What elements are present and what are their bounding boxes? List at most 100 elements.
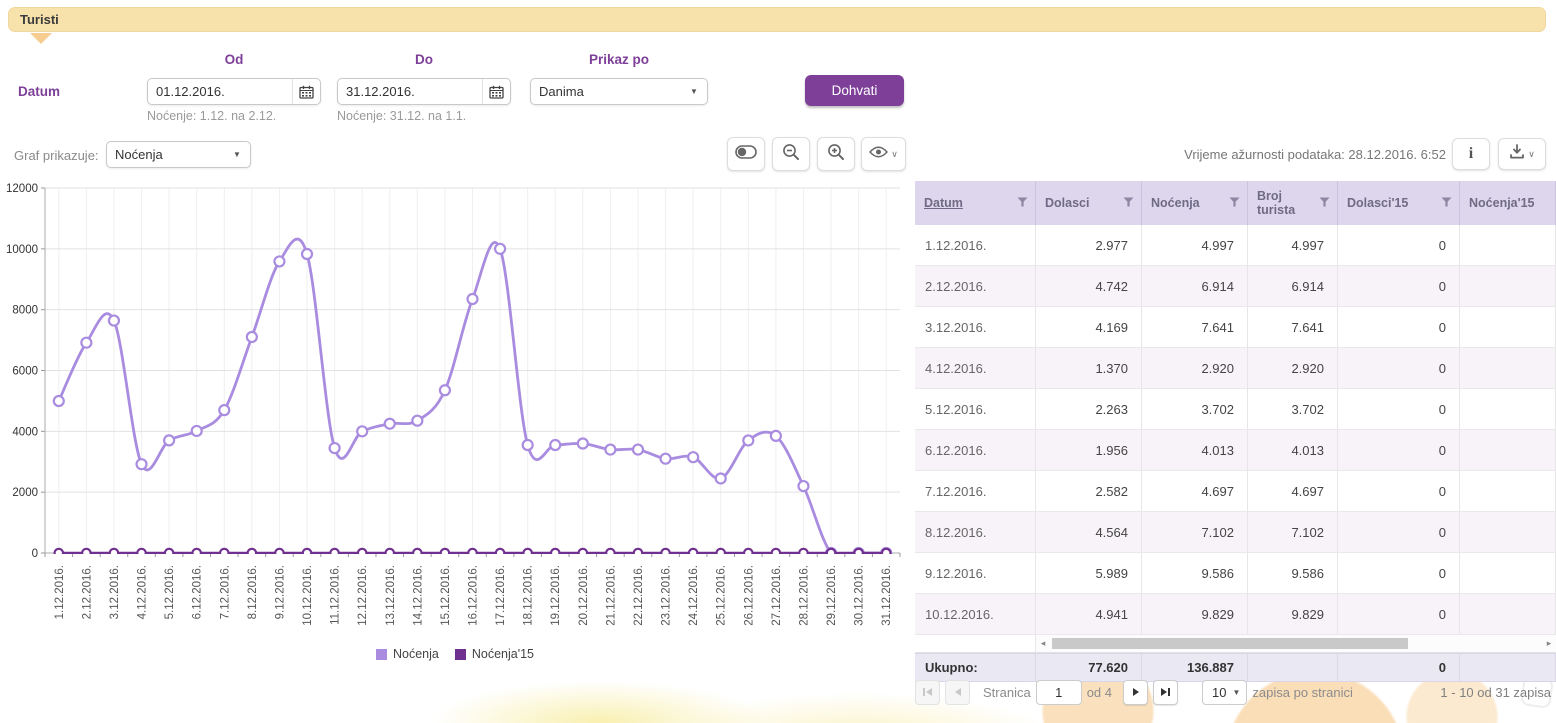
filter-icon[interactable] [1319, 196, 1330, 210]
tab-turisti[interactable]: Turisti [8, 7, 1546, 32]
svg-text:13.12.2016.: 13.12.2016. [385, 565, 397, 626]
cell-value [1460, 471, 1556, 511]
cell-value: 7.102 [1248, 512, 1338, 552]
svg-text:12000: 12000 [6, 183, 38, 195]
info-button[interactable]: i [1452, 138, 1490, 170]
svg-text:30.12.2016.: 30.12.2016. [854, 565, 866, 626]
cell-value: 7.641 [1248, 307, 1338, 347]
column-header-3[interactable]: Noćenja [1142, 181, 1248, 225]
filter-icon[interactable] [1441, 196, 1452, 210]
line-chart[interactable]: 0200040006000800010000120001.12.2016.2.1… [0, 182, 910, 652]
zoom-in-button[interactable] [817, 137, 855, 171]
table-row[interactable]: 4.12.2016.1.3702.9202.9200 [915, 348, 1556, 389]
download-menu-button[interactable]: ∨ [1498, 138, 1546, 170]
legend-swatch [376, 649, 387, 660]
svg-text:28.12.2016.: 28.12.2016. [798, 565, 810, 626]
prikaz-po-select[interactable]: Danima ▼ [530, 78, 708, 105]
cell-value: 4.697 [1248, 471, 1338, 511]
column-header-2[interactable]: Dolasci [1036, 181, 1142, 225]
cell-value: 4.013 [1248, 430, 1338, 470]
cell-value: 4.941 [1036, 594, 1142, 634]
turisti-dashboard: Turisti Od Do Prikaz po Datum Danima ▼ N… [0, 0, 1556, 723]
total-value [1248, 654, 1338, 681]
legend-label: Noćenja [393, 647, 439, 661]
cell-value: 0 [1338, 389, 1460, 429]
column-header-label: Noćenja [1151, 196, 1200, 210]
table-row[interactable]: 1.12.2016.2.9774.9974.9970 [915, 225, 1556, 266]
table-row[interactable]: 7.12.2016.2.5824.6974.6970 [915, 471, 1556, 512]
prev-page-button[interactable] [945, 680, 970, 705]
zoom-out-button[interactable] [772, 137, 810, 171]
zoom-out-icon [782, 143, 800, 166]
svg-text:6000: 6000 [12, 366, 38, 378]
svg-text:8000: 8000 [12, 305, 38, 317]
cell-value: 4.013 [1142, 430, 1248, 470]
calendar-icon[interactable] [292, 79, 320, 104]
prikaz-po-label: Prikaz po [530, 52, 708, 67]
svg-text:5.12.2016.: 5.12.2016. [164, 565, 176, 619]
cell-value: 0 [1338, 225, 1460, 265]
svg-text:0: 0 [32, 548, 38, 560]
cell-value [1460, 225, 1556, 265]
column-header-label: Noćenja'15 [1469, 196, 1535, 210]
table-row[interactable]: 2.12.2016.4.7426.9146.9140 [915, 266, 1556, 307]
table-row[interactable]: 5.12.2016.2.2633.7023.7020 [915, 389, 1556, 430]
visibility-menu-button[interactable]: ∨ [861, 137, 906, 171]
page-size-value: 10 [1203, 685, 1232, 700]
tab-title: Turisti [9, 8, 1545, 31]
date-from-input[interactable] [148, 84, 292, 99]
cell-value: 0 [1338, 430, 1460, 470]
cell-value: 9.586 [1142, 553, 1248, 593]
column-header-1[interactable]: Datum [915, 181, 1036, 225]
svg-text:25.12.2016.: 25.12.2016. [716, 565, 728, 626]
filter-icon[interactable] [1017, 196, 1028, 210]
calendar-icon[interactable] [482, 79, 510, 104]
filter-icon[interactable] [1229, 196, 1240, 210]
dohvati-button[interactable]: Dohvati [805, 75, 904, 106]
table-row[interactable]: 8.12.2016.4.5647.1027.1020 [915, 512, 1556, 553]
legend-item[interactable]: Noćenja'15 [455, 647, 534, 661]
page-number-input[interactable] [1036, 680, 1082, 705]
do-label: Do [337, 52, 511, 67]
svg-text:9.12.2016.: 9.12.2016. [274, 565, 286, 619]
cell-value [1460, 430, 1556, 470]
column-header-6[interactable]: Noćenja'15 [1460, 181, 1556, 225]
column-header-4[interactable]: Broj turista [1248, 181, 1338, 225]
date-to-inputbox [337, 78, 511, 105]
cell-value: 0 [1338, 307, 1460, 347]
filter-icon[interactable] [1123, 196, 1134, 210]
last-page-button[interactable] [1153, 680, 1178, 705]
date-to-input[interactable] [338, 84, 482, 99]
dropdown-arrow-icon[interactable]: ▼ [224, 142, 250, 167]
od-label: Od [147, 52, 321, 67]
scrollbar-thumb[interactable] [1052, 638, 1408, 649]
toggle-series-button[interactable] [727, 137, 765, 171]
legend-item[interactable]: Noćenja [376, 647, 439, 661]
svg-text:8.12.2016.: 8.12.2016. [247, 565, 259, 619]
graf-prikazuje-select[interactable]: Noćenja ▼ [106, 141, 251, 168]
svg-text:26.12.2016.: 26.12.2016. [743, 565, 755, 626]
svg-text:7.12.2016.: 7.12.2016. [219, 565, 231, 619]
page-size-select[interactable]: 10 ▼ [1202, 680, 1247, 705]
dropdown-arrow-icon[interactable]: ▼ [681, 79, 707, 104]
cell-value: 2.920 [1142, 348, 1248, 388]
table-row[interactable]: 10.12.2016.4.9419.8299.8290 [915, 594, 1556, 635]
table-row[interactable]: 6.12.2016.1.9564.0134.0130 [915, 430, 1556, 471]
scroll-left-icon[interactable]: ◂ [1036, 635, 1050, 652]
cell-value [1460, 512, 1556, 552]
next-page-button[interactable] [1123, 680, 1148, 705]
first-page-button[interactable] [915, 680, 940, 705]
column-header-label: Dolasci'15 [1347, 196, 1408, 210]
cell-datum: 4.12.2016. [915, 348, 1036, 388]
scroll-right-icon[interactable]: ▸ [1542, 635, 1556, 652]
table-row[interactable]: 3.12.2016.4.1697.6417.6410 [915, 307, 1556, 348]
cell-datum: 1.12.2016. [915, 225, 1036, 265]
prikaz-po-value: Danima [531, 84, 681, 99]
horizontal-scrollbar[interactable]: ◂ ▸ [1036, 635, 1556, 652]
table-row[interactable]: 9.12.2016.5.9899.5869.5860 [915, 553, 1556, 594]
tab-pointer-icon [30, 33, 52, 44]
column-header-5[interactable]: Dolasci'15 [1338, 181, 1460, 225]
cell-value: 6.914 [1248, 266, 1338, 306]
cell-value: 9.829 [1248, 594, 1338, 634]
svg-text:12.12.2016.: 12.12.2016. [357, 565, 369, 626]
